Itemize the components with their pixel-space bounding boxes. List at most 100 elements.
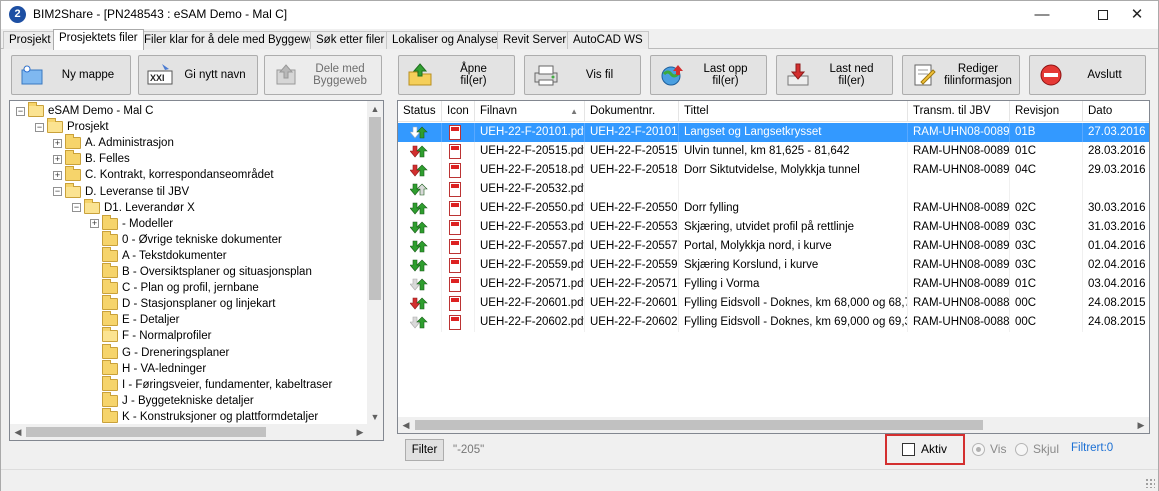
tab-prosjekt[interactable]: Prosjekt [3, 31, 57, 49]
tree-node[interactable]: I - Føringsveier, fundamenter, kabeltras… [90, 375, 332, 393]
column-header-filnavn[interactable]: Filnavn ▲ [475, 101, 585, 122]
filter-input[interactable] [450, 440, 869, 460]
file-grid[interactable]: Status Icon Filnavn ▲ Dokumentnr. Tittel … [397, 100, 1150, 434]
minimize-button[interactable]: — [1019, 1, 1065, 29]
expand-icon[interactable]: + [53, 138, 62, 148]
resize-grip-icon[interactable] [1145, 478, 1155, 488]
aktiv-checkbox[interactable] [902, 443, 915, 456]
vis-radio[interactable] [972, 443, 985, 456]
tree-horizontal-scroll-thumb[interactable] [26, 427, 266, 437]
table-row[interactable]: UEH-22-F-20515.pdf UEH-22-F-20515 Ulvin tu… [398, 142, 1149, 161]
filename-cell: UEH-22-F-20101.pdf [475, 123, 585, 142]
scroll-left-icon[interactable]: ◀ [10, 424, 26, 440]
tree-node[interactable]: C - Plan og profil, jernbane [90, 279, 259, 296]
tree-vertical-scroll-thumb[interactable] [369, 117, 381, 300]
share-byggeweb-button[interactable]: Dele med Byggeweb [264, 55, 382, 95]
table-row[interactable]: UEH-22-F-20532.pdf [398, 180, 1149, 199]
column-header-transm[interactable]: Transm. til JBV [908, 101, 1010, 122]
tree-node[interactable]: + - Modeller [90, 214, 173, 232]
tree-node[interactable]: 0 - Øvrige tekniske dokumenter [90, 230, 282, 248]
view-file-button[interactable]: Vis fil [524, 55, 641, 95]
date-cell: 31.03.2016 [1083, 218, 1149, 237]
column-header-revisjon[interactable]: Revisjon [1010, 101, 1083, 122]
collapse-icon[interactable]: − [72, 203, 81, 213]
upload-files-button[interactable]: Last opp fil(er) [650, 55, 767, 95]
grid-scroll-right-icon[interactable]: ▶ [1133, 417, 1149, 433]
aktiv-label: Aktiv [921, 442, 948, 456]
collapse-icon[interactable]: − [35, 122, 44, 132]
folder-tree[interactable]: − eSAM Demo - Mal C − Prosjekt + A. Administr… [9, 100, 384, 441]
edit-file-info-button[interactable]: Rediger filinformasjon [902, 55, 1020, 95]
collapse-icon[interactable]: − [16, 106, 25, 116]
column-header-icon[interactable]: Icon [442, 101, 475, 122]
tree-node[interactable]: E - Detaljer [90, 311, 180, 328]
panel-splitter[interactable] [388, 100, 393, 463]
table-row[interactable]: UEH-22-F-20602.pdf UEH-22-F-20602 Fylling … [398, 313, 1149, 332]
tree-node[interactable]: G - Dreneringsplaner [90, 343, 229, 361]
app-window: 2 BIM2Share - [PN248543 : eSAM Demo - Ma… [0, 0, 1159, 491]
tree-horizontal-scrollbar[interactable]: ◀ ▶ [10, 424, 368, 440]
tree-node[interactable]: − D. Leveranse til JBV [53, 182, 189, 200]
tree-node[interactable]: + C. Kontrakt, korrespondanseområdet [53, 166, 274, 183]
close-button[interactable]: ✕ [1114, 1, 1159, 29]
tree-node[interactable]: J - Byggetekniske detaljer [90, 391, 254, 409]
tree-node[interactable]: + B. Felles [53, 150, 130, 167]
scroll-up-icon[interactable]: ▲ [367, 101, 383, 117]
tree-vertical-scrollbar[interactable]: ▲ ▼ [367, 101, 383, 425]
download-files-button[interactable]: Last ned fil(er) [776, 55, 893, 95]
table-row[interactable]: UEH-22-F-20550.pdf UEH-22-F-20550 Dorr fyl… [398, 199, 1149, 218]
tree-node[interactable]: − D1. Leverandør X [72, 198, 195, 216]
table-row[interactable]: UEH-22-F-20101.pdf UEH-22-F-20101 Langset … [398, 123, 1149, 142]
share-label-line2: Byggeweb [313, 75, 367, 87]
grid-scroll-left-icon[interactable]: ◀ [398, 417, 414, 433]
grid-horizontal-scrollbar[interactable]: ◀ ▶ [398, 417, 1149, 433]
folder-icon [102, 375, 118, 391]
tree-node[interactable]: + A. Administrasjon [53, 134, 174, 151]
scroll-down-icon[interactable]: ▼ [367, 409, 383, 425]
filename-cell: UEH-22-F-20571.pdf [475, 275, 585, 294]
scroll-right-icon[interactable]: ▶ [352, 424, 368, 440]
tree-node[interactable]: K - Konstruksjoner og plattformdetaljer [90, 407, 318, 425]
skjul-radio[interactable] [1015, 443, 1028, 456]
tree-node[interactable]: B - Oversiktsplaner og situasjonsplan [90, 263, 312, 280]
exit-button[interactable]: Avslutt [1029, 55, 1146, 95]
revision-cell: 00C [1010, 313, 1083, 332]
tab-lokaliser-analyser[interactable]: Lokaliser og Analyser [386, 31, 508, 49]
title-cell: Skjæring, utvidet profil på rettlinje [679, 218, 908, 237]
tree-node[interactable]: A - Tekstdokumenter [90, 246, 227, 264]
title-bar: 2 BIM2Share - [PN248543 : eSAM Demo - Ma… [1, 1, 1158, 29]
tab-sok-etter-filer[interactable]: Søk etter filer [310, 31, 391, 49]
tab-autocad-ws[interactable]: AutoCAD WS [567, 31, 649, 49]
tree-node[interactable]: F - Normalprofiler [90, 327, 211, 344]
table-row[interactable]: UEH-22-F-20601.pdf UEH-22-F-20601 Fylling … [398, 294, 1149, 313]
tab-filer-klar-byggeweb[interactable]: Filer klar for å dele med Byggeweb [138, 31, 328, 49]
printer-view-icon [533, 62, 559, 88]
rename-button[interactable]: XXI Gi nytt navn [138, 55, 258, 95]
column-header-dokumentnr[interactable]: Dokumentnr. [585, 101, 679, 122]
expand-icon[interactable]: + [90, 219, 99, 229]
table-row[interactable]: UEH-22-F-20571.pdf UEH-22-F-20571 Fylling … [398, 275, 1149, 294]
column-header-tittel[interactable]: Tittel [679, 101, 908, 122]
table-row[interactable]: UEH-22-F-20557.pdf UEH-22-F-20557 Portal, … [398, 237, 1149, 256]
filter-button[interactable]: Filter [405, 439, 444, 461]
new-folder-button[interactable]: Ny mappe [11, 55, 131, 95]
filtered-count: Filtrert:0 [1071, 442, 1114, 454]
column-header-status[interactable]: Status [398, 101, 442, 122]
table-row[interactable]: UEH-22-F-20559.pdf UEH-22-F-20559 Skjæring… [398, 256, 1149, 275]
collapse-icon[interactable]: − [53, 187, 62, 196]
tab-revit-server[interactable]: Revit Server [497, 31, 573, 49]
table-row[interactable]: UEH-22-F-20518.pdf UEH-22-F-20518 Dorr Sik… [398, 161, 1149, 180]
tree-node[interactable]: H - VA-ledninger [90, 359, 206, 377]
table-row[interactable]: UEH-22-F-20553.pdf UEH-22-F-20553 Skjæring… [398, 218, 1149, 237]
open-files-button[interactable]: Åpne fil(er) [398, 55, 515, 95]
grid-horizontal-scroll-thumb[interactable] [415, 420, 983, 430]
tree-node[interactable]: − Prosjekt [35, 118, 109, 135]
expand-icon[interactable]: + [53, 170, 62, 180]
date-cell: 24.08.2015 [1083, 313, 1149, 332]
expand-icon[interactable]: + [53, 154, 62, 164]
tree-node[interactable]: − eSAM Demo - Mal C [16, 102, 153, 119]
column-header-dato[interactable]: Dato [1083, 101, 1149, 122]
tab-prosjektets-filer[interactable]: Prosjektets filer [53, 29, 144, 50]
tree-node[interactable]: D - Stasjonsplaner og linjekart [90, 295, 275, 312]
